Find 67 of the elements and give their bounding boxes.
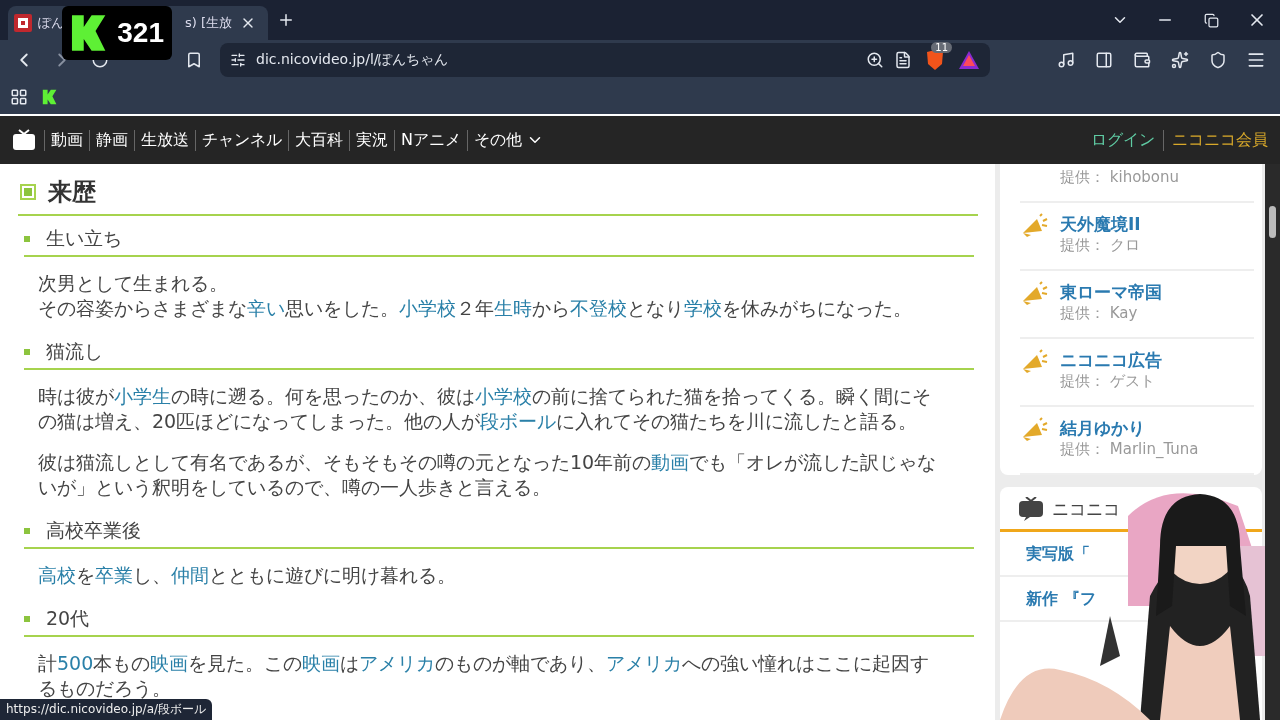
article-link[interactable]: 卒業 — [95, 564, 133, 586]
article-link[interactable]: 小学生 — [114, 385, 171, 407]
heading-marker-icon — [20, 184, 36, 200]
ad-provider: 提供： ゲスト — [1060, 372, 1156, 391]
article-link[interactable]: 小学校 — [475, 385, 532, 407]
paragraph: 時は彼が小学生の時に遡る。何を思ったのか、彼は小学校の前に捨てられた猫を拾ってくる。瞬く間にその猫は増え、20匹ほどになってしまった。他の人が段ボールに入れてその猫たちを川に流したと語る。 — [38, 384, 932, 434]
bullet-icon — [24, 616, 30, 622]
article-link[interactable]: 辛い — [247, 297, 285, 319]
nav-link[interactable]: 動画 — [44, 129, 89, 151]
nav-link[interactable]: 実況 — [349, 129, 394, 151]
subsection-heading: 高校卒業後 — [46, 518, 141, 543]
subsection-heading: 20代 — [46, 606, 90, 631]
ad-provider: 提供： kihobonu — [1060, 168, 1180, 187]
ad-provider: 提供： クロ — [1060, 236, 1141, 255]
article-link[interactable]: 仲間 — [171, 564, 209, 586]
tv-icon — [1018, 497, 1044, 521]
news-link[interactable]: 実写版「 — [1026, 544, 1090, 563]
nav-link[interactable]: 生放送 — [134, 129, 195, 151]
article-link[interactable]: アメリカ — [359, 652, 436, 674]
ad-title[interactable]: 天外魔境II — [1060, 213, 1141, 236]
tab-title: s) [生放 — [184, 14, 232, 32]
nav-link[interactable]: 静画 — [89, 129, 134, 151]
article-link[interactable]: 学校 — [684, 297, 722, 319]
section-heading: 来歴 — [48, 177, 96, 208]
ad-title[interactable]: 結月ゆかり — [1060, 417, 1199, 440]
ad-provider: 提供： Kay — [1060, 304, 1139, 323]
subsection-heading: 猫流し — [46, 339, 103, 364]
nav-link[interactable]: Nアニメ — [394, 129, 467, 151]
bullet-icon — [24, 349, 30, 355]
premium-link[interactable]: ニコニコ会員 — [1163, 129, 1268, 151]
article-link[interactable]: 高校 — [38, 564, 76, 586]
paragraph: 次男として生まれる。 その容姿からさまざまな辛い思いをした。小学校 ２年生時から不登校 となり 学校を休みがちになった。 — [38, 271, 913, 321]
site-favicon-icon — [14, 14, 32, 32]
article-link[interactable]: アメリカ — [606, 652, 683, 674]
status-url: https://dic.nicovideo.jp/a/段ボール — [0, 699, 213, 720]
article-link[interactable]: 動画 — [651, 451, 690, 473]
nav-link[interactable]: 大百科 — [288, 129, 349, 151]
paragraph: 彼は猫流しとして有名であるが、そもそもその噂の元となった10年前の動画でも「オレが流した訳じゃないが」という釈明をしているので、噂の一人歩きと言える。 — [38, 450, 938, 500]
zoom-icon — [866, 51, 884, 69]
news-heading: ニコニコ — [1052, 497, 1120, 521]
article-link[interactable]: 不登校 — [570, 297, 627, 319]
ad-title[interactable]: 東ローマ帝国 — [1060, 281, 1162, 304]
article-link[interactable]: 映画 — [302, 652, 341, 674]
ad-provider: 提供： Marlin_Tuna — [1060, 440, 1199, 459]
article-link[interactable]: 段ボール — [480, 410, 557, 432]
subsection-heading: 生い立ち — [46, 226, 122, 251]
paragraph: 高校を卒業 し、仲間 とともに遊びに明け暮れる。 — [38, 563, 457, 588]
site-settings-icon — [230, 52, 246, 68]
login-link[interactable]: ログイン — [1083, 129, 1163, 151]
blocked-count: 11 — [931, 42, 952, 53]
reader-icon — [894, 51, 912, 69]
bullet-icon — [24, 236, 30, 242]
ad-title[interactable]: ニコニコ広告 — [1060, 349, 1162, 372]
tv-logo-icon[interactable] — [12, 129, 36, 151]
triangle-icon[interactable] — [958, 50, 980, 70]
apps-icon — [10, 88, 28, 106]
article-link[interactable]: 生時 — [494, 297, 532, 319]
nav-link[interactable]: チャンネル — [195, 129, 288, 151]
news-link[interactable]: 新作 『フ — [1026, 589, 1096, 608]
paragraph: 計500本もの映画を見た。この映画はアメリカのものが軸であり、アメリカへの強い憧れはここに起因するものだろう。 — [38, 651, 931, 701]
address-bar[interactable]: dic.nicovideo.jp/l/ぽんちゃん 11 — [220, 43, 990, 77]
bookmark-logo-icon — [42, 89, 58, 105]
article-link[interactable]: 500 — [57, 652, 94, 674]
nav-menu[interactable]: その他 — [466, 129, 550, 151]
article-link[interactable]: 小学校 — [399, 297, 456, 319]
article-link[interactable]: 映画 — [150, 652, 189, 674]
bullet-icon — [24, 528, 30, 534]
